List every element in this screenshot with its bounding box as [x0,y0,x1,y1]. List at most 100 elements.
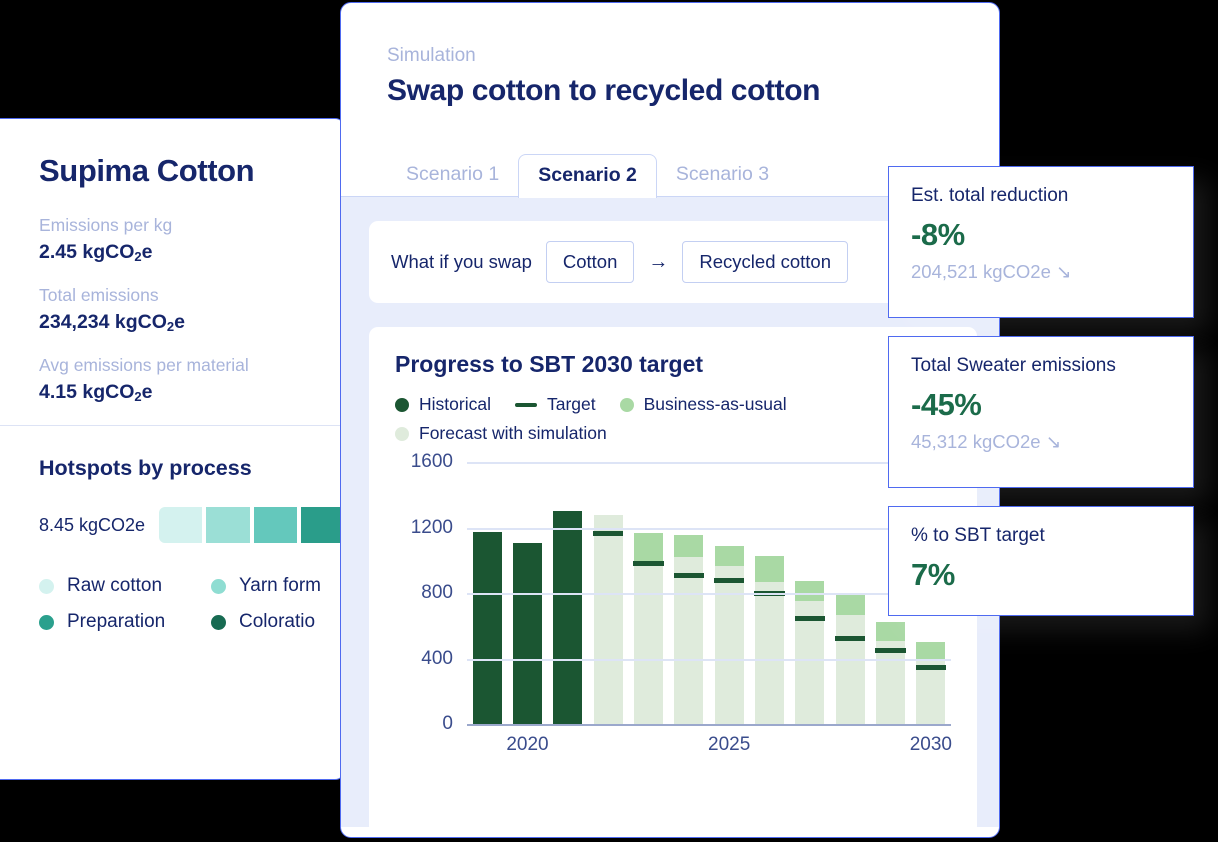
stat-value: -8% [911,217,965,252]
metric-suffix: e [141,381,153,403]
swap-from-select[interactable]: Cotton [545,241,635,283]
chart-plot: 1600 1200 800 400 0 2020 2025 2030 [395,451,952,762]
bar [553,511,583,724]
chart-legend-item: Historical [395,394,491,415]
metric-value: 4.15 kgCO2e [39,381,344,404]
bar [673,534,704,724]
legend-dot-icon [619,397,634,412]
metric-total-emissions: Total emissions 234,234 kgCO2e [39,285,344,334]
bar-segment-forecast [714,565,744,724]
tab-scenario-3[interactable]: Scenario 3 [657,154,788,197]
stat-subtext: 204,521 kgCO2e ↘ [911,261,1072,282]
metric-label: Avg emissions per material [39,355,249,375]
hotspot-segment-1[interactable] [206,507,250,543]
legend-dot-icon [39,614,54,630]
arrow-right-icon: → [648,250,669,273]
plot-area: 1600 1200 800 400 0 [411,451,951,734]
stat-subtext: 45,312 kgCO2e ↘ [911,431,1062,452]
hotspot-segment-0[interactable] [159,507,203,543]
bar-segment-business-as-usual [674,534,704,557]
gridline: 0 [442,713,951,734]
hotspot-legend-item: Yarn form [211,575,344,597]
hotspot-segment-3[interactable] [300,507,344,543]
stat-label: % to SBT target [911,525,1045,546]
target-line-marker [915,664,946,670]
gridline: 1200 [411,517,951,538]
gridline: 1600 [411,451,951,472]
bar-segment-historical [472,531,502,724]
metric-value: 2.45 kgCO2e [39,241,344,264]
simulation-eyebrow: Simulation [387,45,476,66]
hotspot-legend-item: Preparation [39,611,211,633]
hotspots-legend: Raw cotton Yarn form Preparation Coloratio [39,575,344,633]
stat-card-pct-to-sbt-target: % to SBT target 7% [888,506,1194,616]
y-axis-tick: 400 [421,647,453,669]
bar-segment-forecast [835,615,865,724]
swap-to-select[interactable]: Recycled cotton [682,241,849,283]
bar [915,642,946,724]
tab-scenario-2[interactable]: Scenario 2 [518,154,657,198]
stat-label: Total Sweater emissions [911,355,1116,376]
bar-segment-business-as-usual [916,642,946,659]
bar-segment-business-as-usual [875,621,905,641]
bar-segment-business-as-usual [714,546,744,566]
hotspot-legend-item: Raw cotton [39,575,211,597]
hotspot-legend-label: Yarn form [239,575,322,596]
gridline: 400 [421,648,951,669]
bar [714,546,745,724]
chart-legend-label: Historical [419,394,491,414]
bar-segment-historical [553,511,583,724]
metric-emissions-per-kg: Emissions per kg 2.45 kgCO2e [39,215,344,264]
y-axis-tick: 1200 [410,516,453,538]
metric-number: 2.45 kgCO [39,241,135,263]
stat-value: -45% [911,387,982,422]
material-detail-card: Supima Cotton Emissions per kg 2.45 kgCO… [0,118,345,780]
chart-legend-item: Target [514,394,596,415]
gridline: 800 [421,582,951,603]
metric-label: Emissions per kg [39,215,173,235]
chart-panel: Progress to SBT 2030 target Historical Ta… [369,327,977,835]
chart-legend-label: Target [546,394,596,414]
chart-title: Progress to SBT 2030 target [395,351,704,377]
target-line-marker [794,615,825,621]
y-axis-tick: 0 [442,713,453,734]
y-axis-tick: 1600 [410,451,453,472]
hotspots-title: Hotspots by process [39,456,252,480]
y-axis-tick: 800 [421,582,453,603]
metric-subscript: 2 [134,249,142,264]
simulation-title: Swap cotton to recycled cotton [387,74,821,107]
swap-label: What if you swap [391,251,532,272]
bar [633,533,664,724]
stat-label: Est. total reduction [911,185,1069,206]
chart-legend-label: Forecast with simulation [419,423,607,443]
legend-dot-icon [211,578,226,594]
metric-subscript: 2 [134,389,142,404]
stat-card-est-total-reduction: Est. total reduction -8% 204,521 kgCO2e … [888,166,1194,318]
hotspot-segment-2[interactable] [253,507,297,543]
material-title: Supima Cotton [39,153,255,188]
hotspots-stacked-bar[interactable] [159,507,344,543]
legend-dot-icon [39,578,54,594]
hotspot-legend-label: Coloratio [239,611,316,632]
chart-legend-item: Business-as-usual [619,394,787,415]
section-divider [0,425,344,426]
bar [794,580,825,724]
bar [472,531,502,724]
x-axis-tick: 2025 [708,734,751,755]
x-axis: 2020 2025 2030 [467,734,952,760]
legend-line-icon [514,402,537,407]
tab-scenario-1[interactable]: Scenario 1 [387,154,518,197]
bar-segment-business-as-usual [835,595,865,616]
metric-value: 234,234 kgCO2e [39,311,344,334]
chart-legend-row: Forecast with simulation [395,423,951,444]
legend-dot-icon [211,614,226,630]
metric-label: Total emissions [39,285,159,305]
bar-segment-historical [512,543,542,724]
simulation-header: Simulation Swap cotton to recycled cotto… [341,3,999,108]
metric-avg-emissions: Avg emissions per material 4.15 kgCO2e [39,355,344,404]
bar [754,556,785,724]
target-line-marker [673,573,704,579]
target-line-marker [633,560,664,566]
bar-segment-forecast [674,556,704,724]
metric-suffix: e [141,241,153,263]
